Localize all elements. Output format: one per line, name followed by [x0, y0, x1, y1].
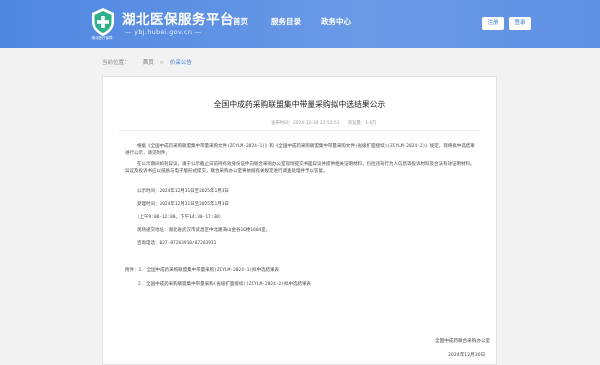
publicity-period: 公示时间：2024年12月31日至2025年1月3日: [137, 189, 229, 194]
breadcrumb-separator: >: [159, 60, 165, 66]
breadcrumb-separator: [135, 60, 137, 66]
nav-home[interactable]: 首页: [233, 16, 248, 27]
nav-government-center[interactable]: 政务中心: [321, 16, 351, 27]
accept-period: 受理时间：2024年12月31日至2025年1月3日: [137, 202, 229, 207]
hubei-medical-insurance-logo[interactable]: [90, 7, 116, 37]
attachment-prefix: 附件：: [125, 268, 139, 273]
article-card: 全国中成药采购联盟集中带量采购拟中选结果公示 发布时间：2024-12-30 2…: [102, 76, 497, 365]
breadcrumb: 当前位置： 首页 > 价采公告: [102, 58, 192, 66]
login-button[interactable]: 登录: [509, 17, 531, 30]
breadcrumb-current[interactable]: 价采公告: [170, 60, 192, 66]
submit-address: 现场递交地址：湖北省武汉市武昌区中北路海山金谷16楼1604室。: [137, 228, 271, 233]
attachment-item-1: 附件：1. 全国中成药采购联盟集中带量采购(ZCYLM-2024-1)拟中选结果…: [125, 267, 279, 273]
attachment-link-2[interactable]: 2. 全国中成药采购联盟集中带量采购(省级扩面接续)(ZCYLM-2024-2)…: [138, 282, 311, 287]
publish-time: 发布时间：2024-12-30 23:50:51: [271, 121, 340, 126]
title-divider: [119, 130, 480, 131]
article-paragraph-2: 在公示期间如有异议，请于公示截止日前持有效身份证件向联合采购办公室现场提交书面异…: [125, 162, 475, 174]
logo-caption: 湖北医疗保障: [91, 36, 113, 40]
article-meta: 发布时间：2024-12-30 23:50:51 浏览量：1.8万: [271, 120, 377, 126]
breadcrumb-home[interactable]: 首页: [143, 60, 154, 66]
attachment-link-1[interactable]: 1. 全国中成药采购联盟集中带量采购(ZCYLM-2024-1)拟中选结果表: [139, 268, 280, 273]
register-button[interactable]: 注册: [482, 17, 504, 30]
nav-service-directory[interactable]: 服务目录: [271, 16, 301, 27]
signature-date: 2024年12月30日: [448, 353, 486, 358]
attachment-item-2: 2. 全国中成药采购联盟集中带量采购(省级扩面接续)(ZCYLM-2024-2)…: [138, 281, 311, 287]
view-count: 浏览量：1.8万: [347, 121, 377, 126]
article-title: 全国中成药采购联盟集中带量采购拟中选结果公示: [213, 100, 386, 109]
accept-hours: （上午9:00-12:00，下午14:30-17:30）: [135, 215, 224, 220]
site-title[interactable]: 湖北医保服务平台: [122, 8, 234, 28]
article-paragraph-1: 根据《全国中成药采购联盟集中带量采购文件(ZCYLM-2024-1)》和《全国中…: [125, 144, 475, 156]
site-header: 湖北医疗保障 湖北医保服务平台 — ybj.hubei.gov.cn — 首页 …: [0, 0, 600, 48]
breadcrumb-prefix: 当前位置：: [102, 60, 130, 66]
contact-phone: 咨询电话：027-87263910/87263911: [137, 241, 217, 246]
site-url: — ybj.hubei.gov.cn —: [125, 28, 202, 36]
signature-org: 全国中成药联合采购办公室: [435, 339, 491, 344]
